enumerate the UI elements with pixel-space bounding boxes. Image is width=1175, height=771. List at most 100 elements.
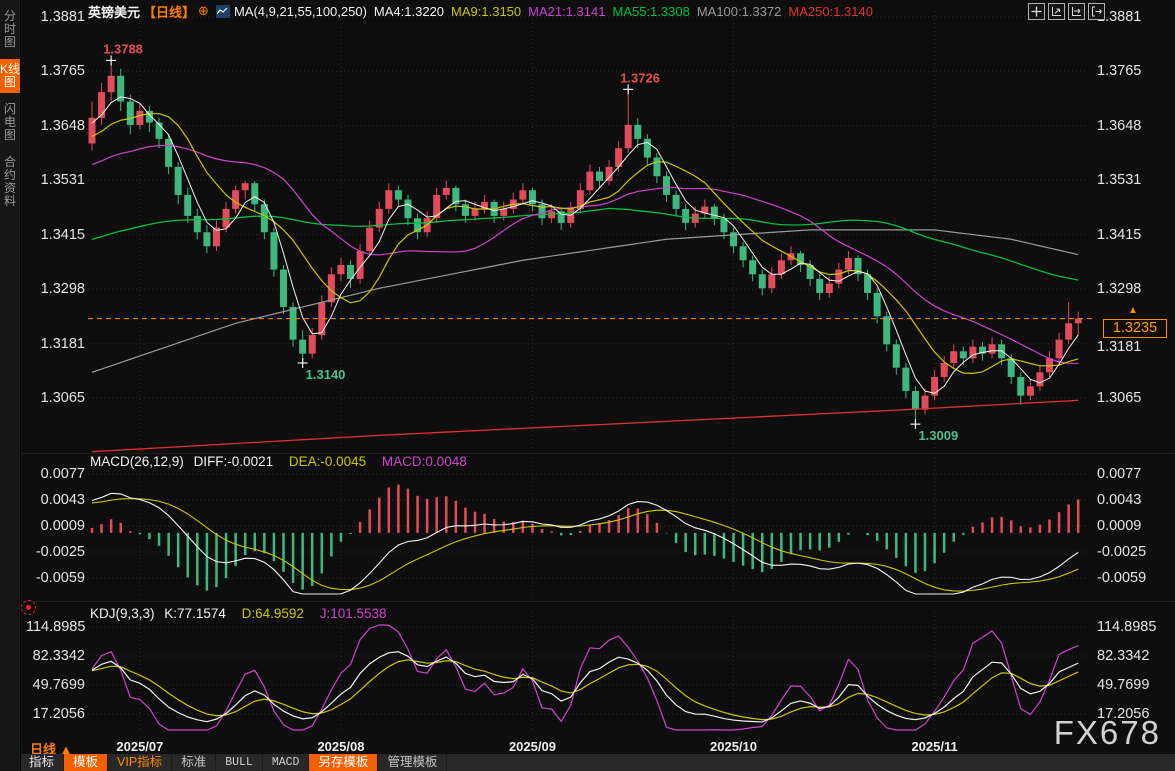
main-axis-left-tick: 1.3298 <box>40 281 85 297</box>
current-price-badge: 1.3235 <box>1103 319 1167 338</box>
trading-terminal: 1.3788 1.3726 1.3140 1.3009 分时图 K线图 闪电图 合约资… <box>0 0 1175 771</box>
indicator-tabbar: 指标 模板 VIP指标 标准 BULL MACD 另存模板 管理模板 <box>20 754 1175 771</box>
tab-macd[interactable]: MACD <box>263 754 310 771</box>
move-icon[interactable] <box>1028 3 1045 20</box>
macd-axis-left-tick: 0.0009 <box>40 518 85 534</box>
main-axis-left-tick: 1.3881 <box>40 9 85 25</box>
candle <box>586 171 594 191</box>
tab-templates[interactable]: 模板 <box>64 754 109 771</box>
candle <box>126 101 134 125</box>
month-tick-label: 2025/09 <box>508 739 556 754</box>
candle <box>136 110 144 125</box>
indicator-alert-icon[interactable] <box>21 600 36 615</box>
tab-vip-indicators[interactable]: VIP指标 <box>108 754 173 771</box>
month-tick-label: 2025/07 <box>116 739 164 754</box>
fx678-watermark: FX678 <box>1053 714 1161 751</box>
axis-pan-icon[interactable] <box>1068 3 1085 20</box>
tab-standard[interactable]: 标准 <box>172 754 217 771</box>
candle <box>184 194 192 216</box>
month-tick-label: 2025/10 <box>710 739 758 754</box>
main-axis-left-tick: 1.3415 <box>40 227 85 243</box>
main-axis-right-tick: 1.3298 <box>1097 281 1142 297</box>
candle <box>519 190 527 200</box>
candle <box>88 117 96 144</box>
candle <box>280 269 287 307</box>
candle <box>825 283 833 293</box>
kdj-title: KDJ(9,3,3) <box>90 606 155 621</box>
candle <box>643 138 651 158</box>
sidebar-item-candle-chart[interactable]: K线图 <box>0 59 20 93</box>
candle <box>1055 339 1063 359</box>
candle <box>366 227 374 251</box>
candle <box>471 208 479 216</box>
main-axis-right-tick: 1.3881 <box>1097 9 1142 25</box>
candle <box>710 206 718 219</box>
price-marker-arrow-icon: ▲ <box>1128 305 1138 316</box>
candle <box>174 166 182 195</box>
candle <box>663 176 670 195</box>
candle <box>270 232 278 270</box>
add-indicator-icon[interactable]: ⊕ <box>198 3 209 19</box>
price-annotation: 1.3140 <box>306 367 346 382</box>
candle <box>1017 376 1025 396</box>
chart-canvas[interactable]: 1.3788 1.3726 1.3140 1.3009 <box>0 0 1175 771</box>
candle <box>892 344 900 368</box>
macd-diff-value: DIFF:-0.0021 <box>193 454 274 469</box>
sidebar-item-flash-chart[interactable]: 闪电图 <box>0 99 20 146</box>
axis-zoom-icon[interactable] <box>1048 3 1065 20</box>
main-axis-right-tick: 1.3531 <box>1097 172 1142 188</box>
macd-axis-right-tick: -0.0059 <box>1097 570 1147 586</box>
macd-panel-header: MACD(26,12,9) DIFF:-0.0021 DEA:-0.0045 M… <box>90 454 467 469</box>
kdj-axis-left-tick: 82.3342 <box>32 648 85 664</box>
sidebar-item-contract-info[interactable]: 合约资料 <box>0 152 20 212</box>
ma4-value: MA4:1.3220 <box>373 3 445 19</box>
candle <box>902 367 910 391</box>
kdj-panel-header: KDJ(9,3,3) K:77.1574 D:64.9592 J:101.553… <box>90 606 387 621</box>
main-axis-left-tick: 1.3531 <box>40 172 85 188</box>
candle <box>1065 323 1073 340</box>
candle <box>528 190 536 205</box>
macd-axis-left-tick: -0.0025 <box>35 544 85 560</box>
candle <box>940 362 948 377</box>
candle <box>1074 318 1082 324</box>
exit-chart-icon[interactable] <box>1088 3 1105 20</box>
candle <box>682 208 690 223</box>
tab-bull[interactable]: BULL <box>216 754 263 771</box>
month-tick-label: 2025/08 <box>317 739 365 754</box>
kdj-axis-left-tick: 114.8985 <box>26 619 86 635</box>
candle <box>433 194 441 219</box>
main-axis-left-tick: 1.3181 <box>40 336 85 352</box>
tab-save-template[interactable]: 另存模板 <box>309 754 379 771</box>
ma100-value: MA100:1.3372 <box>696 3 782 19</box>
candle <box>241 183 249 191</box>
candle <box>461 204 469 216</box>
macd-dea-value: DEA:-0.0045 <box>288 454 367 469</box>
candle <box>98 92 106 118</box>
chart-type-sidebar: 分时图 K线图 闪电图 合约资料 <box>0 0 21 771</box>
candle <box>595 171 603 181</box>
candle <box>299 339 307 354</box>
price-annotation: 1.3009 <box>918 428 958 443</box>
candle <box>165 138 173 167</box>
candle <box>1036 372 1044 387</box>
macd-axis-right-tick: 0.0043 <box>1097 492 1142 508</box>
candle <box>203 232 211 247</box>
main-axis-left-tick: 1.3765 <box>40 63 85 79</box>
main-axis-left-tick: 1.3648 <box>40 118 85 134</box>
macd-title: MACD(26,12,9) <box>90 454 184 469</box>
candle <box>634 124 642 139</box>
candle-style-icon[interactable] <box>215 4 230 18</box>
price-annotation: 1.3726 <box>620 70 660 85</box>
candle <box>394 190 402 200</box>
chart-toolbar <box>1028 3 1105 20</box>
candle <box>193 215 201 233</box>
ma250-value: MA250:1.3140 <box>788 3 873 19</box>
kdj-axis-left-tick: 49.7699 <box>32 677 85 693</box>
tab-indicators[interactable]: 指标 <box>20 754 65 771</box>
macd-axis-right-tick: 0.0077 <box>1097 466 1142 482</box>
sidebar-item-time-chart[interactable]: 分时图 <box>0 6 20 53</box>
tab-manage-templates[interactable]: 管理模板 <box>378 754 448 771</box>
month-tick-label: 2025/11 <box>911 739 958 754</box>
candle <box>911 390 919 410</box>
main-axis-right-tick: 1.3765 <box>1097 63 1142 79</box>
